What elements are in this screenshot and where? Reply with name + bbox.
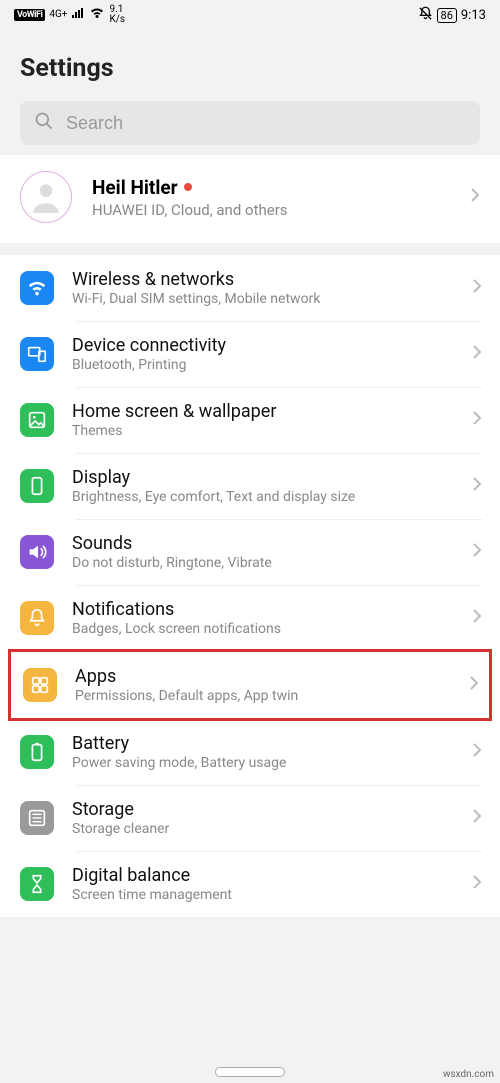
row-notifications[interactable]: NotificationsBadges, Lock screen notific…: [0, 585, 500, 651]
row-digital-balance[interactable]: Digital balanceScreen time management: [0, 851, 500, 917]
row-sub: Wi-Fi, Dual SIM settings, Mobile network: [72, 291, 454, 307]
display-icon: [20, 469, 54, 503]
battery-icon: [20, 735, 54, 769]
row-title: Device connectivity: [72, 335, 454, 356]
row-sub: Do not disturb, Ringtone, Vibrate: [72, 555, 454, 571]
profile-sub: HUAWEI ID, Cloud, and others: [92, 201, 450, 219]
chevron-right-icon: [472, 476, 482, 496]
row-wireless[interactable]: Wireless & networksWi-Fi, Dual SIM setti…: [0, 255, 500, 321]
row-title: Apps: [75, 666, 451, 687]
chevron-right-icon: [472, 608, 482, 628]
chevron-right-icon: [470, 187, 480, 207]
row-sub: Bluetooth, Printing: [72, 357, 454, 373]
row-device-connectivity[interactable]: Device connectivityBluetooth, Printing: [0, 321, 500, 387]
devices-icon: [20, 337, 54, 371]
row-storage[interactable]: StorageStorage cleaner: [0, 785, 500, 851]
chevron-right-icon: [472, 542, 482, 562]
row-title: Home screen & wallpaper: [72, 401, 454, 422]
home-indicator[interactable]: [215, 1067, 285, 1077]
search-input[interactable]: [66, 113, 466, 134]
search-icon: [34, 111, 54, 135]
notification-dot-icon: [184, 183, 192, 191]
wallpaper-icon: [20, 403, 54, 437]
vowifi-badge: VoWiFi: [14, 9, 45, 21]
battery-indicator: 86: [437, 8, 457, 23]
row-title: Display: [72, 467, 454, 488]
row-title: Battery: [72, 733, 454, 754]
chevron-right-icon: [469, 675, 479, 695]
chevron-right-icon: [472, 808, 482, 828]
settings-section: Wireless & networksWi-Fi, Dual SIM setti…: [0, 255, 500, 917]
highlight-apps: AppsPermissions, Default apps, App twin: [8, 649, 492, 721]
row-sub: Themes: [72, 423, 454, 439]
apps-icon: [23, 668, 57, 702]
row-sub: Badges, Lock screen notifications: [72, 621, 454, 637]
chevron-right-icon: [472, 742, 482, 762]
hourglass-icon: [20, 867, 54, 901]
avatar: [20, 171, 72, 223]
row-sounds[interactable]: SoundsDo not disturb, Ringtone, Vibrate: [0, 519, 500, 585]
watermark: wsxdn.com: [443, 1069, 494, 1080]
row-sub: Brightness, Eye comfort, Text and displa…: [72, 489, 454, 505]
status-left: VoWiFi 4G+ 9.1 K/s: [14, 5, 125, 25]
wifi-icon: [89, 7, 105, 23]
row-sub: Permissions, Default apps, App twin: [75, 688, 451, 704]
chevron-right-icon: [472, 344, 482, 364]
row-home-screen[interactable]: Home screen & wallpaperThemes: [0, 387, 500, 453]
clock: 9:13: [461, 8, 486, 23]
row-title: Wireless & networks: [72, 269, 454, 290]
chevron-right-icon: [472, 874, 482, 894]
status-bar: VoWiFi 4G+ 9.1 K/s 86 9:13: [0, 0, 500, 26]
row-title: Notifications: [72, 599, 454, 620]
row-apps[interactable]: AppsPermissions, Default apps, App twin: [11, 652, 489, 718]
search-bar[interactable]: [20, 101, 480, 145]
status-right: 86 9:13: [418, 6, 486, 25]
storage-icon: [20, 801, 54, 835]
row-sub: Screen time management: [72, 887, 454, 903]
row-title: Digital balance: [72, 865, 454, 886]
page-title: Settings: [0, 26, 500, 101]
profile-name: Heil Hitler: [92, 176, 178, 199]
row-sub: Storage cleaner: [72, 821, 454, 837]
mute-icon: [418, 6, 433, 25]
row-sub: Power saving mode, Battery usage: [72, 755, 454, 771]
sound-icon: [20, 535, 54, 569]
bell-icon: [20, 601, 54, 635]
row-display[interactable]: DisplayBrightness, Eye comfort, Text and…: [0, 453, 500, 519]
row-title: Storage: [72, 799, 454, 820]
row-battery[interactable]: BatteryPower saving mode, Battery usage: [0, 719, 500, 785]
profile-row[interactable]: Heil Hitler HUAWEI ID, Cloud, and others: [0, 155, 500, 243]
row-title: Sounds: [72, 533, 454, 554]
net-speed: 9.1 K/s: [109, 5, 125, 25]
profile-text: Heil Hitler HUAWEI ID, Cloud, and others: [92, 176, 450, 219]
signal-icon: [71, 7, 85, 23]
chevron-right-icon: [472, 278, 482, 298]
signal-label: 4G+: [49, 10, 67, 20]
wifi-icon: [20, 271, 54, 305]
chevron-right-icon: [472, 410, 482, 430]
